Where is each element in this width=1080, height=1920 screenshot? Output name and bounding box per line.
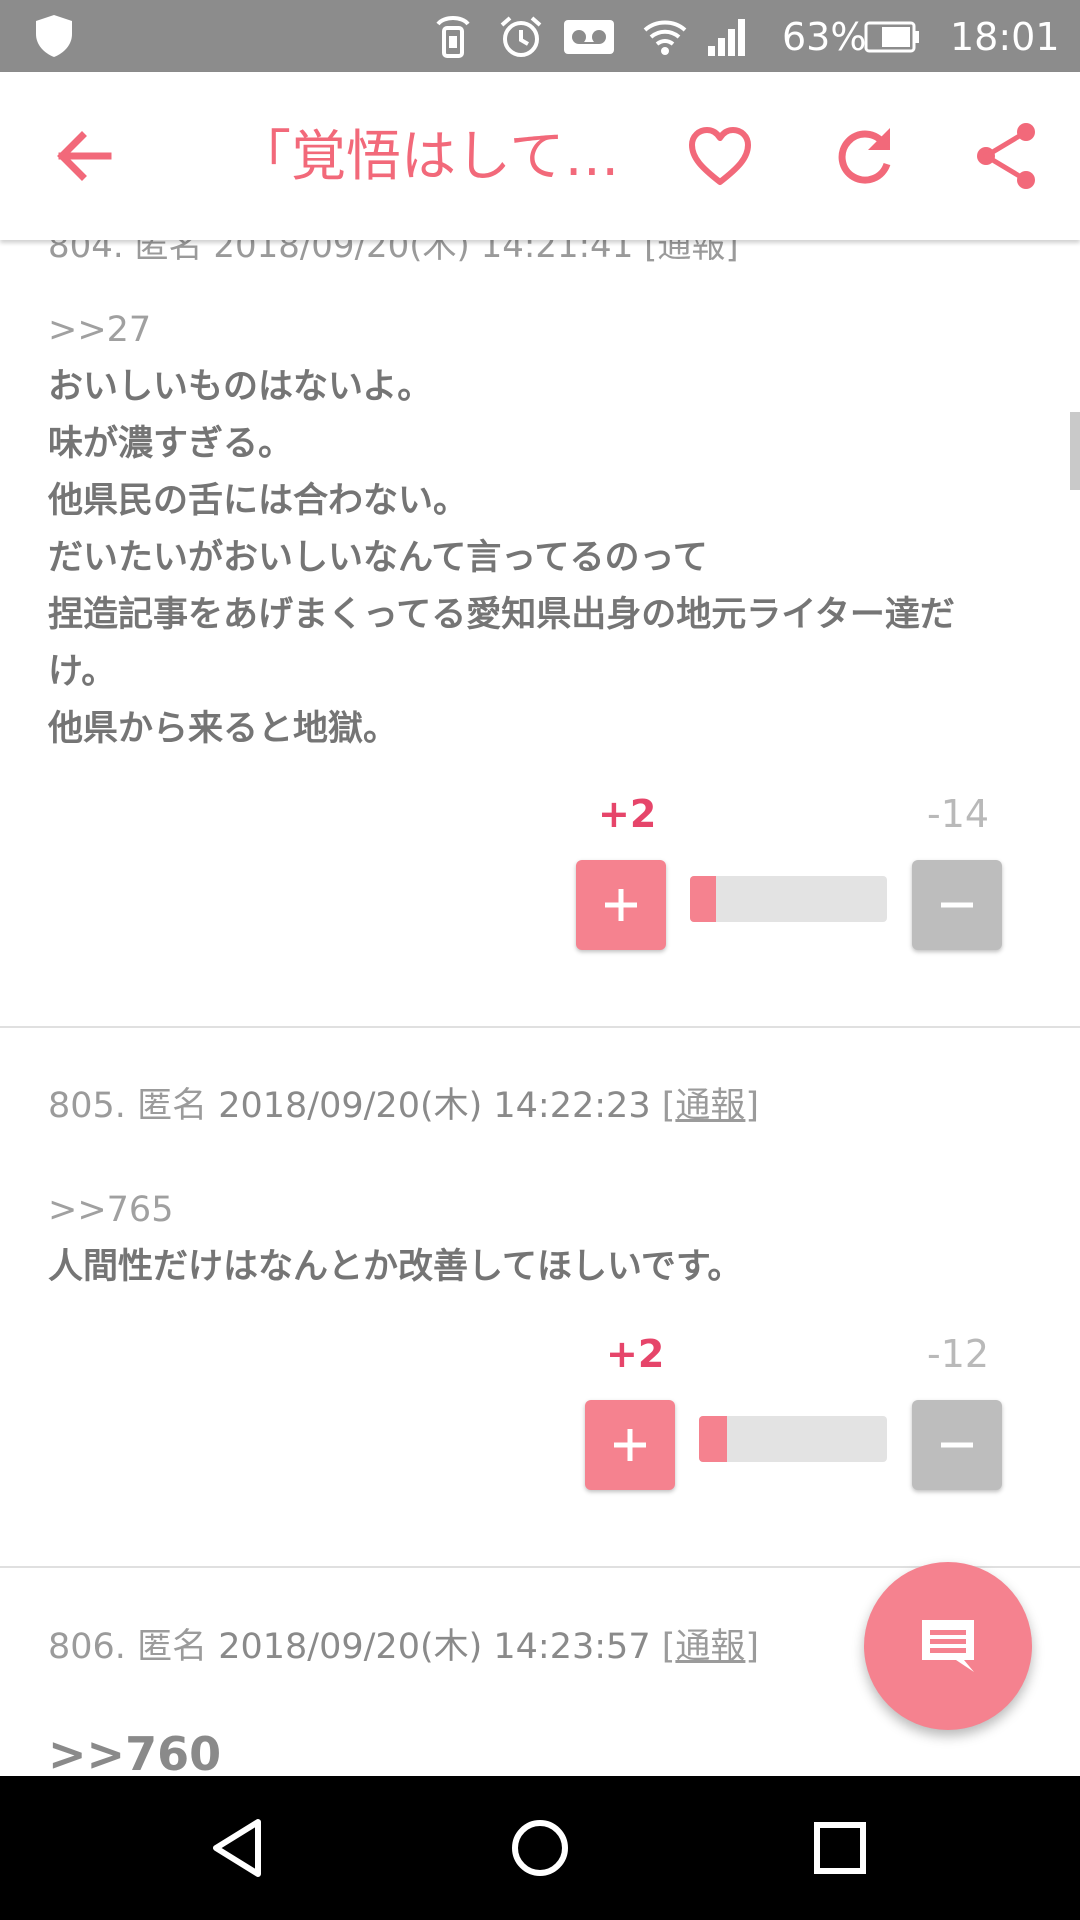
back-arrow-icon[interactable]	[44, 116, 124, 196]
navigation-bar	[0, 1776, 1080, 1920]
status-bar: 63% 18:01	[0, 0, 1080, 72]
vote-ratio-bar	[699, 1416, 887, 1462]
reply-anchor-link[interactable]: >>760	[48, 1724, 221, 1776]
post-line: 他県から来ると地獄。	[48, 709, 399, 749]
minus-vote-button[interactable]	[912, 860, 1002, 950]
minus-vote-button[interactable]	[912, 1400, 1002, 1490]
signal-icon	[708, 19, 745, 56]
vote-ratio-bar	[690, 876, 887, 922]
post-number: 805.	[48, 1086, 126, 1126]
wifi-icon	[643, 20, 687, 55]
minus-count: -12	[927, 1332, 990, 1376]
post-meta: 805. 匿名 2018/09/20(木) 14:22:23 [通報]	[48, 1086, 760, 1126]
battery-percent: 63%	[782, 15, 867, 59]
back-triangle-icon[interactable]	[200, 1808, 280, 1888]
recents-square-icon[interactable]	[800, 1808, 880, 1888]
reply-anchor-link[interactable]: >>765	[48, 1182, 742, 1239]
vote-ratio-fill	[690, 876, 716, 922]
post-line: け。	[48, 652, 117, 692]
post-author: 匿名	[137, 1086, 208, 1126]
post-line: おいしいものはないよ。	[48, 367, 433, 407]
alarm-icon	[500, 16, 542, 57]
comment-icon	[922, 1620, 974, 1672]
minus-icon	[941, 1442, 973, 1448]
refresh-icon[interactable]	[824, 116, 904, 196]
vote-ratio-fill	[699, 1416, 728, 1462]
post-date: 2018/09/20(木) 14:22:23	[218, 1086, 651, 1126]
post-meta: 806. 匿名 2018/09/20(木) 14:23:57 [通報]	[48, 1627, 760, 1667]
minus-count: -14	[927, 792, 990, 836]
post-line: 他県民の舌には合わない。	[48, 481, 469, 521]
nfc-icon	[436, 16, 470, 58]
comment-fab-button[interactable]	[864, 1562, 1032, 1730]
shield-icon	[36, 15, 72, 57]
plus-icon	[605, 889, 637, 921]
post-line: 味が濃すぎる。	[48, 424, 294, 464]
voicemail-icon	[564, 20, 614, 54]
plus-vote-button[interactable]	[585, 1400, 675, 1490]
battery-icon	[864, 21, 919, 53]
reply-anchor-link[interactable]: >>27	[48, 302, 955, 359]
post-author: 匿名	[137, 1627, 208, 1667]
post-line: 人間性だけはなんとか改善してほしいです。	[48, 1247, 743, 1287]
post-meta-clipped: 804. 匿名 2018/09/20(木) 14:21:41 [通報]	[48, 240, 739, 266]
post-body: >>760	[48, 1724, 221, 1776]
plus-icon	[614, 1429, 646, 1461]
post-number: 806.	[48, 1627, 126, 1667]
app-bar: 「覚悟はして…	[0, 72, 1080, 240]
plus-count: +2	[606, 1332, 665, 1376]
scrollbar-thumb[interactable]	[1070, 412, 1080, 490]
heart-icon[interactable]	[680, 116, 760, 196]
post-date: 2018/09/20(木) 14:23:57	[218, 1627, 651, 1667]
clock: 18:01	[950, 15, 1060, 59]
post-line: 捏造記事をあげまくってる愛知県出身の地元ライター達だ	[48, 595, 955, 635]
post-body: >>765 人間性だけはなんとか改善してほしいです。	[48, 1182, 742, 1296]
post-divider	[0, 1026, 1080, 1028]
thread-content: 804. 匿名 2018/09/20(木) 14:21:41 [通報] >>27…	[0, 240, 1080, 1776]
share-icon[interactable]	[968, 116, 1048, 196]
page-title: 「覚悟はして…	[236, 124, 620, 188]
home-circle-icon[interactable]	[500, 1808, 580, 1888]
report-link[interactable]: 通報	[675, 1627, 745, 1667]
plus-vote-button[interactable]	[576, 860, 666, 950]
minus-icon	[941, 902, 973, 908]
report-link[interactable]: 通報	[675, 1086, 745, 1126]
post-line: だいたいがおいしいなんて言ってるのって	[48, 538, 708, 578]
post-body: >>27 おいしいものはないよ。 味が濃すぎる。 他県民の舌には合わない。 だい…	[48, 302, 955, 758]
plus-count: +2	[598, 792, 657, 836]
